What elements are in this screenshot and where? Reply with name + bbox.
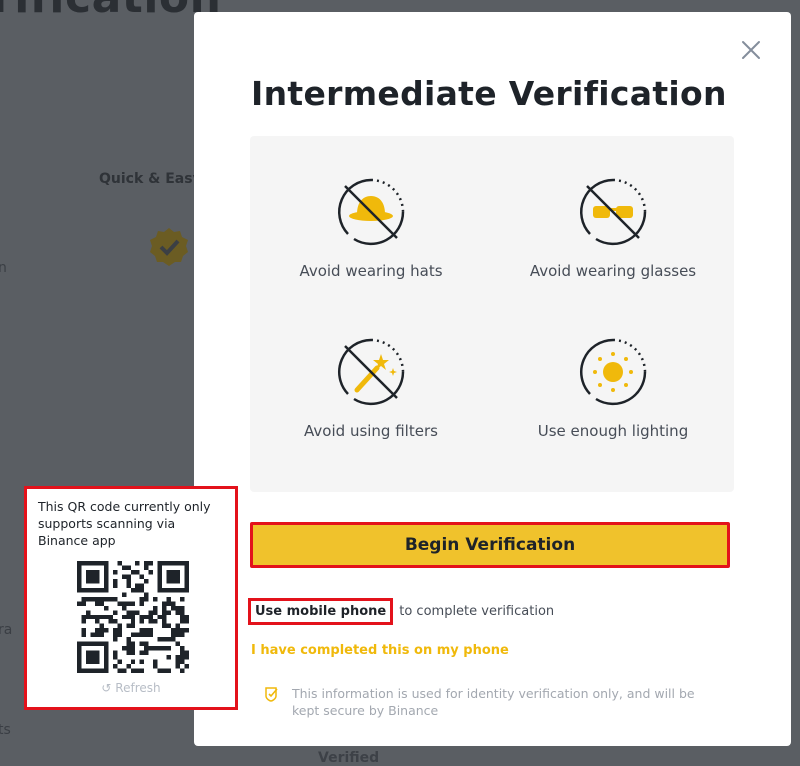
- close-icon[interactable]: [739, 38, 763, 62]
- qr-code-popover: This QR code currently only supports sca…: [24, 486, 238, 710]
- tip-label: Avoid wearing hats: [299, 262, 443, 280]
- mobile-phone-description: to complete verification: [399, 604, 555, 619]
- tip-label: Avoid using filters: [304, 422, 438, 440]
- background-bottom-text: Verified: [318, 750, 380, 766]
- refresh-icon: ↺: [101, 681, 112, 695]
- lighting-icon: [580, 338, 647, 406]
- tip-lighting: Use enough lighting: [492, 332, 734, 440]
- qr-instruction-text: This QR code currently only supports sca…: [38, 499, 211, 548]
- modal-title: Intermediate Verification: [251, 74, 727, 113]
- mobile-phone-row: Use mobile phone to complete verificatio…: [248, 598, 554, 625]
- qr-code-image[interactable]: [77, 561, 189, 673]
- qr-refresh-button[interactable]: ↺ Refresh: [27, 681, 235, 695]
- tip-label: Avoid wearing glasses: [529, 262, 697, 280]
- tip-no-hat: Avoid wearing hats: [250, 172, 492, 280]
- completed-on-phone-link[interactable]: I have completed this on my phone: [251, 643, 509, 658]
- no-hat-icon: [338, 178, 405, 246]
- tip-no-glasses: Avoid wearing glasses: [492, 172, 734, 280]
- qr-refresh-label: Refresh: [115, 681, 161, 695]
- background-text-ra: ra: [0, 622, 13, 638]
- use-mobile-phone-link[interactable]: Use mobile phone: [248, 598, 394, 625]
- privacy-note: This information is used for identity ve…: [264, 685, 724, 719]
- background-title: rification: [0, 0, 221, 23]
- verification-modal: Intermediate Verification Avoid wearing …: [194, 12, 791, 746]
- begin-verification-button[interactable]: Begin Verification: [250, 522, 730, 568]
- verified-badge-icon: [150, 228, 188, 266]
- no-filter-icon: [338, 338, 405, 406]
- tip-no-filter: Avoid using filters: [250, 332, 492, 440]
- background-text-n: n: [0, 260, 7, 276]
- tips-panel: Avoid wearing hats Avoid wearing glasses: [250, 136, 734, 492]
- background-text-ts: ts: [0, 722, 11, 738]
- tip-label: Use enough lighting: [537, 422, 689, 440]
- shield-check-icon: [265, 687, 278, 702]
- background-quick-easy: Quick & Easy: [99, 171, 202, 187]
- no-glasses-icon: [580, 178, 647, 246]
- privacy-note-text: This information is used for identity ve…: [292, 686, 695, 718]
